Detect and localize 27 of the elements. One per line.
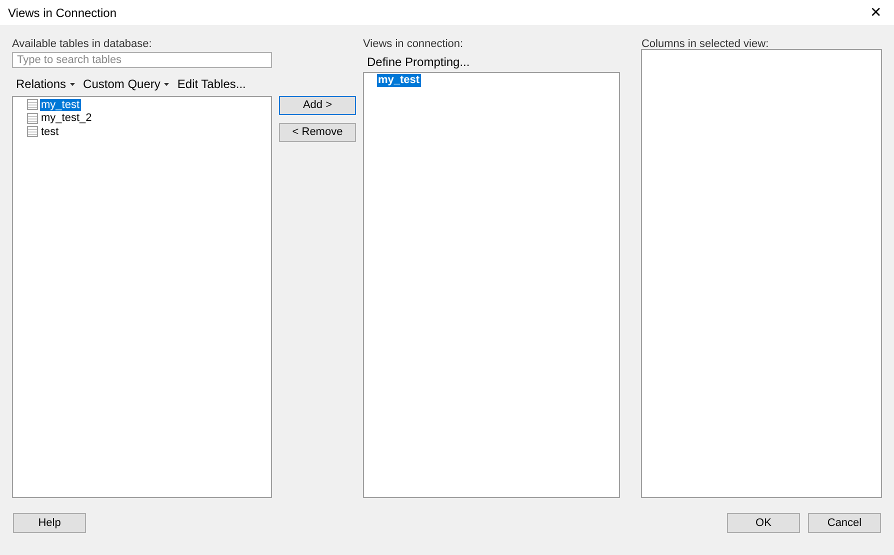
field-label: Views in connection:: [363, 37, 464, 51]
toolbar-menu-button[interactable]: Edit Tables...: [177, 75, 246, 93]
ok-button[interactable]: OK: [727, 513, 800, 533]
table-list-item[interactable]: my_test_2: [27, 112, 271, 125]
table-icon: [27, 112, 38, 124]
columns-list[interactable]: [641, 49, 882, 498]
table-icon: [27, 99, 38, 110]
toolbar-menu-button[interactable]: Custom Query: [83, 75, 170, 93]
views-list[interactable]: my_test: [363, 72, 620, 498]
search-field[interactable]: Type to search tables: [12, 52, 272, 68]
field-label: Available tables in database:: [12, 37, 153, 51]
toolbar-menu-button[interactable]: Relations: [16, 75, 76, 93]
cancel-button[interactable]: Cancel: [808, 513, 881, 533]
transfer-button[interactable]: Add >: [279, 96, 356, 115]
field-label: Columns in selected view:: [641, 37, 770, 51]
define-prompting-link[interactable]: Define Prompting...: [367, 53, 620, 69]
table-icon: [27, 126, 38, 138]
transfer-button[interactable]: < Remove: [279, 123, 356, 142]
table-list-item[interactable]: test: [27, 125, 271, 138]
help-button[interactable]: Help: [13, 513, 86, 533]
table-list-item[interactable]: my_test: [27, 98, 271, 112]
dropdown-arrow-icon: [70, 82, 76, 86]
view-list-item[interactable]: my_test: [377, 74, 620, 87]
dropdown-arrow-icon: [164, 82, 170, 86]
window-title: Views in Connection: [8, 4, 117, 22]
tables-list[interactable]: my_test my_test_2 test: [12, 96, 272, 498]
close-button[interactable]: ✕: [866, 2, 886, 23]
